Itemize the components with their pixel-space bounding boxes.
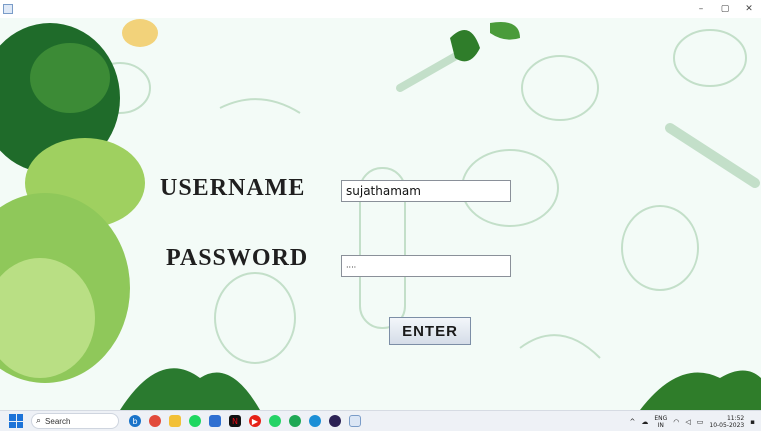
username-input[interactable] — [341, 180, 511, 202]
whatsapp-beta-icon[interactable] — [289, 415, 301, 427]
spotify-icon[interactable] — [189, 415, 201, 427]
taskbar-apps: b N ▶ — [125, 415, 365, 427]
tomato-sketch — [673, 29, 747, 87]
java-app-icon — [3, 4, 13, 14]
close-button[interactable]: ✕ — [737, 0, 761, 18]
file-explorer-icon[interactable] — [169, 415, 181, 427]
wifi-icon[interactable]: ◠ — [673, 418, 679, 426]
minimize-button[interactable]: – — [689, 0, 713, 18]
clock[interactable]: 11:52 10-05-2023 — [709, 415, 744, 429]
netflix-icon[interactable]: N — [229, 415, 241, 427]
taskbar-search[interactable]: ⌕ Search — [31, 413, 119, 429]
search-placeholder: Search — [45, 416, 71, 426]
enter-button[interactable]: ENTER — [389, 317, 471, 345]
spinach-art — [120, 368, 260, 410]
onedrive-icon[interactable]: ☁ — [641, 418, 648, 426]
whatsapp-icon[interactable] — [269, 415, 281, 427]
cucumber-sketch-2 — [665, 123, 760, 188]
radish-sketch-2 — [519, 334, 601, 359]
radish-sketch — [219, 98, 301, 114]
notification-icon[interactable]: ▪ — [750, 418, 755, 426]
edge-icon[interactable] — [309, 415, 321, 427]
password-input[interactable] — [341, 255, 511, 277]
password-label: PASSWORD — [166, 245, 309, 271]
battery-icon[interactable]: ▭ — [697, 418, 704, 426]
cauliflower-sketch — [214, 272, 296, 364]
broccoli-sketch — [521, 55, 599, 121]
windows-start-icon[interactable] — [9, 414, 23, 428]
java-app-taskbar-icon[interactable] — [349, 415, 361, 427]
eclipse-icon[interactable] — [329, 415, 341, 427]
greens-art — [640, 370, 761, 410]
youtube-icon[interactable]: ▶ — [249, 415, 261, 427]
chevron-up-icon[interactable]: ^ — [629, 418, 635, 426]
tomato-sketch-2 — [621, 205, 699, 291]
store-icon[interactable] — [209, 415, 221, 427]
maximize-button[interactable]: ▢ — [713, 0, 737, 18]
vegetable-background-image — [0, 19, 761, 410]
search-icon: ⌕ — [36, 416, 42, 426]
username-label: USERNAME — [160, 175, 306, 201]
taskbar: ⌕ Search b N ▶ ^ ☁ ENG IN ◠ ◁ ▭ 11:52 10… — [0, 410, 761, 431]
window-controls: – ▢ ✕ — [689, 0, 761, 18]
chrome-icon[interactable] — [149, 415, 161, 427]
language-indicator[interactable]: ENG IN — [654, 415, 667, 429]
volume-icon[interactable]: ◁ — [685, 418, 690, 426]
window-title-bar: – ▢ ✕ — [0, 0, 761, 18]
corn-art — [122, 19, 158, 47]
system-tray: ^ ☁ ENG IN ◠ ◁ ▭ 11:52 10-05-2023 ▪ — [629, 411, 755, 431]
radish-leaf-2 — [490, 22, 520, 40]
bing-icon[interactable]: b — [129, 415, 141, 427]
login-panel: USERNAME PASSWORD ENTER — [0, 18, 761, 410]
